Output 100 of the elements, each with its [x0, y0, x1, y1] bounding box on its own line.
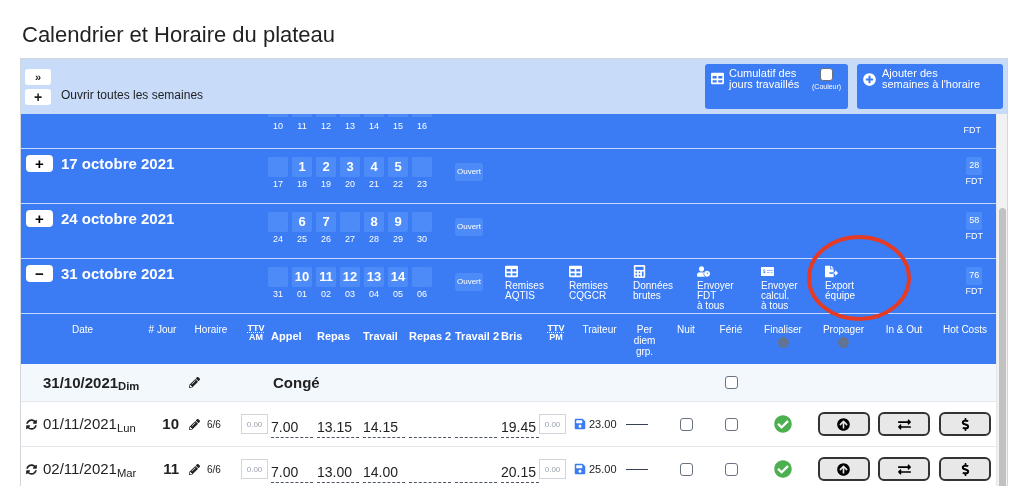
day-date: 16 — [416, 120, 428, 133]
column-header: Date — [71, 324, 94, 335]
day-box: 9 — [388, 212, 408, 232]
column-header: Horaire — [194, 324, 228, 335]
ttv-input[interactable]: 0.00 — [241, 459, 268, 479]
checkbox[interactable] — [724, 462, 738, 476]
action-button[interactable]: Données brutes — [633, 265, 691, 313]
day-box: 14 — [388, 267, 408, 287]
column-header: Finaliser — [764, 324, 802, 335]
day-date: 20 — [344, 178, 356, 191]
day-date: 31 — [272, 288, 284, 301]
checkbox[interactable] — [679, 462, 693, 476]
day-date: 11 — [296, 120, 308, 133]
pencil-icon[interactable] — [189, 463, 200, 475]
day-date: 13 — [344, 120, 356, 133]
exchange-arrows-icon — [897, 417, 911, 431]
time-cell[interactable]: 19.45 — [501, 418, 539, 438]
pencil-icon[interactable] — [189, 418, 200, 430]
hot-costs-button[interactable] — [939, 457, 991, 481]
day-date: 22 — [392, 178, 404, 191]
time-cell[interactable]: 14.15 — [363, 418, 405, 438]
propagate-button[interactable] — [817, 457, 870, 481]
toggle-button[interactable]: + — [26, 155, 53, 172]
fdt-label: FDT — [965, 229, 983, 243]
day-date: 06 — [416, 288, 428, 301]
toggle-button[interactable]: + — [26, 210, 53, 227]
ttv-input[interactable]: 0.00 — [539, 414, 566, 434]
fdt-count: 58 — [966, 212, 983, 230]
day-box — [412, 114, 432, 117]
catering-amount: 25.00 — [589, 461, 617, 477]
time-cell[interactable]: 20.15 — [501, 463, 539, 483]
time-cell[interactable]: 13.00 — [317, 463, 359, 483]
scrollbar[interactable] — [996, 114, 1007, 486]
propagate-button[interactable] — [817, 412, 870, 436]
day-date: 05 — [392, 288, 404, 301]
column-header: Repas 2 — [409, 330, 452, 342]
blank-line — [626, 468, 648, 470]
collapse-button[interactable]: » — [25, 68, 51, 85]
day-date: 19 — [320, 178, 332, 191]
day-date: 23 — [416, 178, 428, 191]
ttv-input[interactable]: 0.00 — [241, 414, 268, 434]
time-cell[interactable]: 7.00 — [271, 418, 313, 438]
checkbox[interactable] — [724, 417, 738, 431]
day-box — [268, 114, 288, 117]
catering-amount: 23.00 — [589, 416, 617, 432]
day-date: 01 — [296, 288, 308, 301]
save-icon[interactable] — [574, 418, 586, 430]
refresh-icon[interactable] — [26, 463, 37, 475]
day-date: 10 — [272, 120, 284, 133]
money-check-icon — [761, 265, 774, 278]
day-date: 14 — [368, 120, 380, 133]
column-header: In & Out — [885, 324, 923, 335]
time-cell[interactable]: 13.15 — [317, 418, 359, 438]
action-button[interactable]: Envoyer FDT à tous — [697, 265, 755, 313]
checkbox[interactable] — [679, 417, 693, 431]
in-out-button[interactable] — [878, 457, 930, 481]
day-box: 10 — [292, 267, 312, 287]
day-box: 8 — [364, 212, 384, 232]
day-date: 26 — [320, 233, 332, 246]
table-icon — [569, 265, 582, 278]
day-box: 13 — [364, 267, 384, 287]
time-cell[interactable]: 7.00 — [271, 463, 313, 483]
day-date: 18 — [296, 178, 308, 191]
save-icon[interactable] — [574, 463, 586, 475]
column-header: Férié — [719, 324, 743, 335]
column-header: Propager — [822, 324, 865, 335]
column-header: Per diem grp. — [632, 324, 657, 357]
pencil-icon[interactable] — [189, 377, 200, 388]
user-clock-icon — [697, 265, 710, 278]
day-date: 27 — [344, 233, 356, 246]
day-box: 4 — [364, 157, 384, 177]
action-button[interactable]: Remises AQTIS — [505, 265, 563, 313]
time-cell[interactable]: 14.00 — [363, 463, 405, 483]
open-all-button[interactable]: + — [25, 88, 51, 105]
action-button[interactable]: Remises CQGCR — [569, 265, 627, 313]
fdt-label: FDT — [965, 284, 983, 298]
scrollbar-thumb[interactable] — [998, 208, 1006, 486]
day-date: 02 — [320, 288, 332, 301]
add-weeks-button[interactable]: Ajouter des semaines à l'horaire — [857, 64, 1003, 109]
checkbox[interactable] — [820, 68, 834, 81]
blank-line — [626, 423, 648, 425]
calculator-icon — [633, 265, 646, 278]
schedule-cell-text: 6/6 — [207, 462, 221, 477]
day-number: 10 — [162, 413, 179, 434]
in-out-button[interactable] — [878, 412, 930, 436]
checkbox[interactable] — [724, 376, 738, 389]
day-date: 29 — [392, 233, 404, 246]
ttv-input[interactable]: 0.00 — [539, 459, 566, 479]
day-date: 03 — [344, 288, 356, 301]
column-header: # Jour — [148, 324, 177, 335]
status-badge: Ouvert — [455, 163, 483, 181]
day-box: 3 — [340, 157, 360, 177]
hot-costs-button[interactable] — [939, 412, 991, 436]
day-box: 7 — [316, 212, 336, 232]
day-date: 15 — [392, 120, 404, 133]
week-title: 24 octobre 2021 — [61, 210, 175, 227]
toggle-button[interactable]: − — [26, 265, 53, 282]
action-button[interactable]: Envoyer calcul. à tous — [761, 265, 819, 313]
refresh-icon[interactable] — [26, 418, 37, 430]
column-header: Travail 2 — [455, 330, 500, 342]
